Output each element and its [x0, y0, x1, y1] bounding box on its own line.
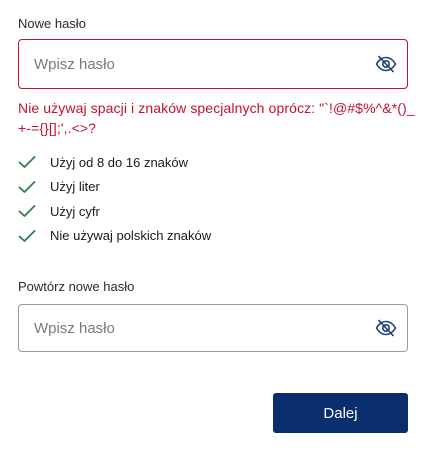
new-password-error: Nie używaj spacji i znaków specjalnych o… — [18, 100, 415, 136]
repeat-password-label: Powtórz nowe hasło — [18, 279, 135, 294]
next-button[interactable]: Dalej — [273, 393, 408, 433]
requirement-digits: Użyj cyfr — [18, 199, 211, 224]
requirement-label: Użyj od 8 do 16 znaków — [50, 154, 189, 170]
eye-slash-icon[interactable] — [375, 55, 397, 73]
requirement-length: Użyj od 8 do 16 znaków — [18, 150, 211, 175]
requirement-letters: Użyj liter — [18, 175, 211, 200]
check-icon — [18, 155, 36, 169]
check-icon — [18, 229, 36, 243]
password-form: Nowe hasło Nie używaj spacji i znaków sp… — [0, 0, 429, 454]
requirement-label: Nie używaj polskich znaków — [50, 228, 212, 244]
repeat-password-field[interactable] — [18, 304, 408, 352]
new-password-field[interactable] — [18, 39, 408, 89]
requirement-label: Użyj cyfr — [50, 203, 100, 219]
check-icon — [18, 180, 36, 194]
new-password-input[interactable] — [19, 40, 359, 88]
repeat-password-input[interactable] — [19, 305, 359, 351]
eye-slash-icon[interactable] — [375, 319, 397, 337]
requirement-no-polish-chars: Nie używaj polskich znaków — [18, 224, 211, 249]
password-requirements: Użyj od 8 do 16 znaków Użyj liter Użyj c… — [18, 150, 211, 248]
requirement-label: Użyj liter — [50, 179, 100, 195]
new-password-label: Nowe hasło — [18, 16, 86, 31]
check-icon — [18, 204, 36, 218]
